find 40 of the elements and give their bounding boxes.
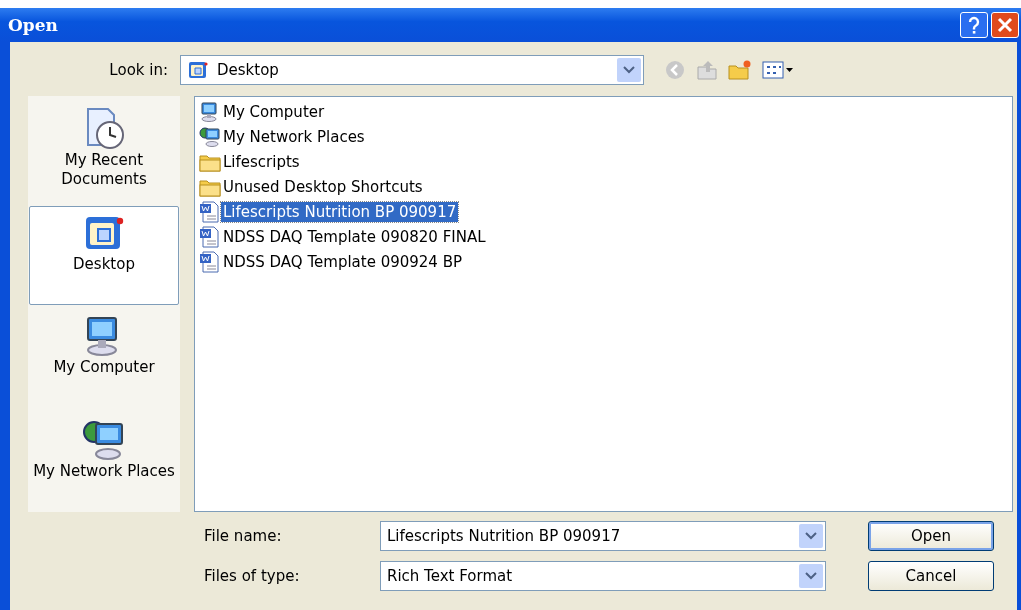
chevron-down-icon [805, 572, 817, 580]
dropdown-button[interactable] [617, 58, 641, 82]
file-item[interactable]: Lifescripts Nutrition BP 090917 [221, 201, 459, 222]
file-item[interactable]: Lifescripts [221, 151, 302, 172]
file-item[interactable]: My Network Places [221, 126, 367, 147]
file-item[interactable]: My Computer [221, 101, 327, 122]
file-name-label: File name: [204, 527, 283, 545]
file-item[interactable]: NDSS DAQ Template 090924 BP [221, 251, 465, 272]
file-type-field[interactable]: Rich Text Format [380, 561, 826, 591]
look-in-dropdown[interactable]: Desktop [180, 55, 644, 85]
look-in-value: Desktop [217, 61, 279, 79]
help-button[interactable] [960, 12, 988, 38]
document-icon [199, 200, 221, 223]
view-menu-icon[interactable] [762, 60, 794, 80]
chevron-down-icon [623, 66, 635, 74]
open-button[interactable]: Open [868, 521, 994, 551]
close-button[interactable] [991, 12, 1019, 38]
places-item[interactable]: Desktop [29, 205, 179, 305]
places-item[interactable]: My Network Places [29, 412, 179, 512]
dropdown-button[interactable] [799, 564, 823, 588]
document-icon [199, 250, 221, 273]
network-computer-icon [199, 125, 221, 148]
help-icon [966, 16, 982, 34]
document-icon [199, 225, 221, 248]
file-type-value: Rich Text Format [386, 567, 514, 585]
places-item[interactable]: My Recent Documents [29, 102, 179, 202]
new-folder-icon[interactable] [728, 59, 752, 81]
look-in-label: Look in: [108, 61, 169, 79]
file-type-label: Files of type: [204, 567, 301, 585]
file-name-value: Lifescripts Nutrition BP 090917 [386, 527, 622, 545]
close-icon [997, 17, 1013, 33]
dropdown-button[interactable] [799, 524, 823, 548]
places-item[interactable]: My Computer [29, 309, 179, 409]
file-name-field[interactable]: Lifescripts Nutrition BP 090917 [380, 521, 826, 551]
window-title: Open [8, 15, 58, 35]
cancel-button[interactable]: Cancel [868, 561, 994, 591]
desktop-icon [187, 59, 209, 81]
file-item[interactable]: NDSS DAQ Template 090820 FINAL [221, 226, 488, 247]
chevron-down-icon [805, 532, 817, 540]
file-item[interactable]: Unused Desktop Shortcuts [221, 176, 425, 197]
